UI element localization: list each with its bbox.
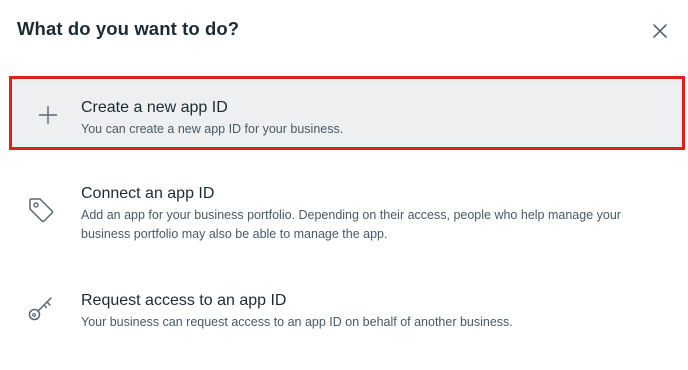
option-request-access[interactable]: Request access to an app ID Your busines… xyxy=(9,283,685,343)
option-description: You can create a new app ID for your bus… xyxy=(81,122,344,136)
option-title: Connect an app ID xyxy=(81,185,215,202)
option-description: Your business can request access to an a… xyxy=(81,315,513,329)
dialog-header: What do you want to do? xyxy=(0,0,688,62)
option-title: Request access to an app ID xyxy=(81,292,287,309)
option-text: Connect an app ID Add an app for your bu… xyxy=(81,184,665,244)
app-id-dialog: What do you want to do? Create a new app… xyxy=(0,0,688,370)
option-title: Create a new app ID xyxy=(81,99,228,116)
plus-icon xyxy=(34,101,62,129)
option-connect-app-id[interactable]: Connect an app ID Add an app for your bu… xyxy=(9,175,685,255)
option-description: Add an app for your business portfolio. … xyxy=(81,208,621,241)
key-icon xyxy=(27,294,55,322)
close-button[interactable] xyxy=(648,19,672,43)
close-icon xyxy=(653,24,667,38)
option-create-app-id[interactable]: Create a new app ID You can create a new… xyxy=(9,76,685,150)
option-text: Create a new app ID You can create a new… xyxy=(81,98,662,139)
tag-icon xyxy=(27,196,55,224)
option-text: Request access to an app ID Your busines… xyxy=(81,291,665,332)
dialog-title: What do you want to do? xyxy=(17,18,240,39)
